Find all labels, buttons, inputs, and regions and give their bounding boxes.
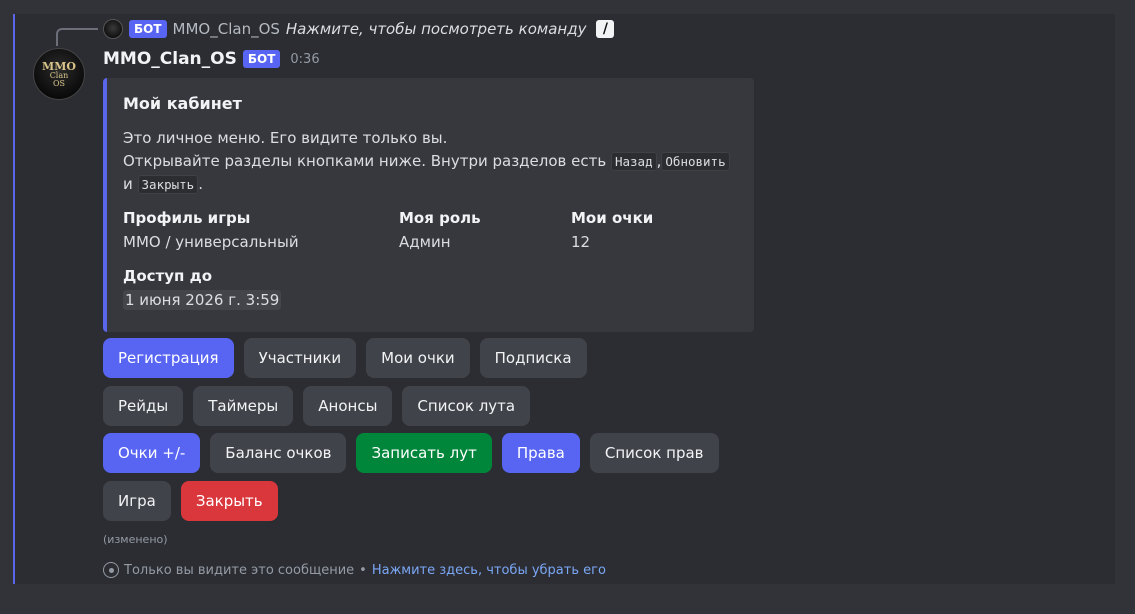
edited-label: (изменено) xyxy=(103,533,168,546)
field-value: 12 xyxy=(571,233,591,251)
my-points-button[interactable]: Мои очки xyxy=(366,338,470,378)
avatar-text-mmo: MMO xyxy=(42,59,76,73)
embed-description: Это личное меню. Его видите только вы. О… xyxy=(123,127,738,196)
record-loot-button[interactable]: Записать лут xyxy=(356,433,492,473)
embed: Мой кабинет Это личное меню. Его видите … xyxy=(103,78,754,332)
field-name: Мои очки xyxy=(571,209,654,227)
members-button[interactable]: Участники xyxy=(243,338,357,378)
author-name[interactable]: MMO_Clan_OS xyxy=(103,49,237,69)
button-row-1: Регистрация Участники Мои очки Подписка xyxy=(103,338,587,378)
reply-reference[interactable]: БОТ MMO_Clan_OS Нажмите, чтобы посмотрет… xyxy=(103,18,615,40)
field-role: Моя роль Админ xyxy=(399,209,481,251)
reply-spine xyxy=(56,28,98,46)
field-name: Доступ до xyxy=(123,267,213,285)
field-profile: Профиль игры MMO / универсальный xyxy=(123,209,299,251)
field-value: MMO / универсальный xyxy=(123,233,299,251)
code-refresh: Обновить xyxy=(661,152,730,171)
close-button[interactable]: Закрыть xyxy=(180,481,278,521)
embed-desc-line2: Открывайте разделы кнопками ниже. Внутри… xyxy=(123,150,738,173)
field-name: Моя роль xyxy=(399,209,481,227)
announcements-button[interactable]: Анонсы xyxy=(303,386,393,426)
embed-desc-line1: Это личное меню. Его видите только вы. xyxy=(123,129,448,147)
code-close: Закрыть xyxy=(137,175,199,194)
reply-bot-tag: БОТ xyxy=(129,20,167,38)
timestamp[interactable]: 0:36 xyxy=(290,52,319,67)
desc-text: Открывайте разделы кнопками ниже. Внутри… xyxy=(123,152,611,170)
loot-list-button[interactable]: Список лута xyxy=(402,386,531,426)
embed-desc-line3: и Закрыть. xyxy=(123,173,738,196)
avatar[interactable]: MMO Clan OS xyxy=(33,48,85,100)
rights-list-button[interactable]: Список прав xyxy=(589,433,719,473)
message-header: MMO_Clan_OS БОТ 0:36 xyxy=(103,49,320,69)
rights-button[interactable]: Права xyxy=(501,433,580,473)
embed-title: Мой кабинет xyxy=(123,94,242,113)
avatar-text-os: OS xyxy=(52,78,66,88)
field-points: Мои очки 12 xyxy=(571,209,653,251)
button-row-2: Рейды Таймеры Анонсы Список лута xyxy=(103,386,531,426)
eye-icon xyxy=(103,562,119,578)
ephemeral-notice: Только вы видите это сообщение • Нажмите… xyxy=(103,562,606,578)
field-value: Админ xyxy=(399,233,451,251)
reply-author[interactable]: MMO_Clan_OS xyxy=(173,20,280,38)
raids-button[interactable]: Рейды xyxy=(103,386,184,426)
access-timestamp[interactable]: 1 июня 2026 г. 3:59 xyxy=(123,290,282,310)
subscription-button[interactable]: Подписка xyxy=(479,338,587,378)
points-adjust-button[interactable]: Очки +/- xyxy=(103,433,201,473)
game-button[interactable]: Игра xyxy=(103,481,171,521)
reply-command-text[interactable]: Нажмите, чтобы посмотреть команду xyxy=(286,20,587,38)
timers-button[interactable]: Таймеры xyxy=(193,386,294,426)
button-row-3: Очки +/- Баланс очков Записать лут Права… xyxy=(103,433,719,473)
button-row-4: Игра Закрыть xyxy=(103,481,278,521)
points-balance-button[interactable]: Баланс очков xyxy=(210,433,347,473)
desc-and: и xyxy=(123,175,133,193)
separator-dot: • xyxy=(359,562,367,578)
dismiss-message-link[interactable]: Нажмите здесь, чтобы убрать его xyxy=(372,563,606,578)
reply-avatar[interactable] xyxy=(103,19,123,39)
ephemeral-text: Только вы видите это сообщение xyxy=(124,562,355,578)
code-back: Назад xyxy=(610,152,657,171)
field-name: Профиль игры xyxy=(123,209,251,227)
register-button[interactable]: Регистрация xyxy=(103,338,234,378)
desc-period: . xyxy=(198,175,203,193)
bot-tag: БОТ xyxy=(242,50,281,68)
slash-command-icon: / xyxy=(596,20,615,38)
field-access: Доступ до 1 июня 2026 г. 3:59 xyxy=(123,267,282,310)
field-value-wrap: 1 июня 2026 г. 3:59 xyxy=(123,290,282,310)
